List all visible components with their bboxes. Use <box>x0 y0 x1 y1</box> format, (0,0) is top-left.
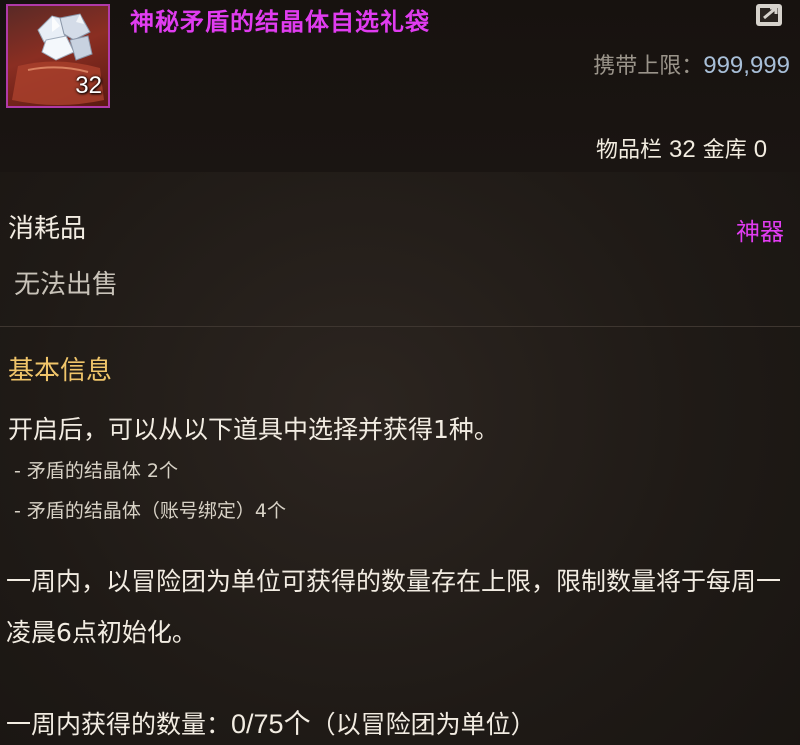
item-stack-count: 32 <box>75 72 102 99</box>
inventory-label: 物品栏 <box>596 138 663 163</box>
share-link-icon[interactable] <box>754 0 786 28</box>
weekly-count-value: 0/75个 <box>231 709 311 739</box>
weekly-count-label: 一周内获得的数量： <box>6 710 232 739</box>
carry-limit: 携带上限：999,999 <box>593 48 790 80</box>
bank-label: 金库 <box>702 138 747 163</box>
basic-info-title: 基本信息 <box>8 356 113 386</box>
reward-option: - 矛盾的结晶体（账号绑定）4个 <box>14 500 286 522</box>
inventory-count: 32 <box>669 136 696 163</box>
reward-option: - 矛盾的结晶体 2个 <box>14 460 179 482</box>
item-rarity: 神器 <box>736 218 784 246</box>
basic-info-description: 开启后，可以从以下道具中选择并获得1种。 <box>8 415 499 444</box>
weekly-count-suffix: （以冒险团为单位） <box>310 710 536 739</box>
item-icon-slot[interactable]: 32 <box>6 4 110 108</box>
item-name: 神秘矛盾的结晶体自选礼袋 <box>130 8 430 36</box>
item-tooltip: 32 神秘矛盾的结晶体自选礼袋 携带上限：999,999 物品栏 32 金库 0… <box>0 0 800 745</box>
weekly-limit-text: 一周内，以冒险团为单位可获得的数量存在上限，限制数量将于每周一凌晨6点初始化。 <box>6 567 782 647</box>
carry-limit-label: 携带上限： <box>593 54 704 79</box>
storage-counts: 物品栏 32 金库 0 <box>596 132 767 164</box>
bank-count: 0 <box>753 136 768 163</box>
sell-status: 无法出售 <box>14 270 119 300</box>
carry-limit-value: 999,999 <box>703 52 790 79</box>
weekly-count: 一周内获得的数量：0/75个（以冒险团为单位） <box>6 702 536 741</box>
item-category: 消耗品 <box>8 214 87 244</box>
section-divider <box>0 326 800 327</box>
